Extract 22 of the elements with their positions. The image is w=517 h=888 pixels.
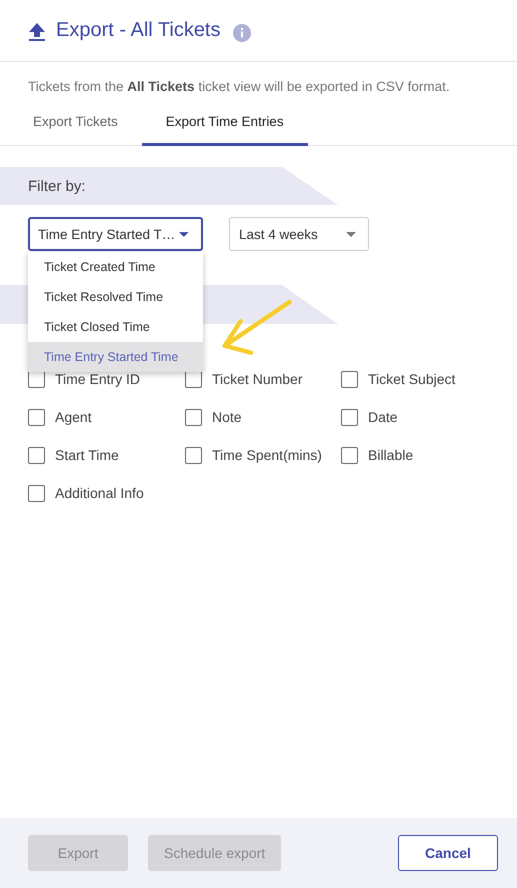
field-label: Time Entry ID: [55, 371, 140, 387]
field-label: Start Time: [55, 447, 119, 463]
tab[interactable]: Export Tickets: [33, 114, 118, 146]
field-label: Agent: [55, 409, 92, 425]
dropdown-option[interactable]: Time Entry Started Time: [28, 342, 203, 372]
dropdown-option[interactable]: Ticket Resolved Time: [28, 282, 203, 312]
period-select[interactable]: Last 4 weeks: [229, 217, 369, 251]
field-label: Additional Info: [55, 485, 144, 501]
field-label: Ticket Subject: [368, 371, 456, 387]
field-label: Time Spent(mins): [212, 447, 322, 463]
filter-field-select[interactable]: Time Entry Started T…: [28, 217, 203, 251]
field-label: Billable: [368, 447, 414, 463]
dropdown-option[interactable]: Ticket Created Time: [28, 252, 203, 282]
cancel-button[interactable]: Cancel: [398, 835, 498, 871]
field-label: Ticket Number: [212, 371, 303, 387]
tab[interactable]: Export Time Entries: [142, 114, 308, 146]
dropdown-option[interactable]: Ticket Closed Time: [28, 312, 203, 342]
field-label: Note: [212, 409, 242, 425]
export-description: Tickets from the All Tickets ticket view will be exported in CSV format.: [28, 79, 451, 94]
filter-heading: Filter by:: [28, 178, 86, 194]
dialog-title: Export - All Tickets: [56, 19, 220, 42]
field-label: Date: [368, 409, 398, 425]
